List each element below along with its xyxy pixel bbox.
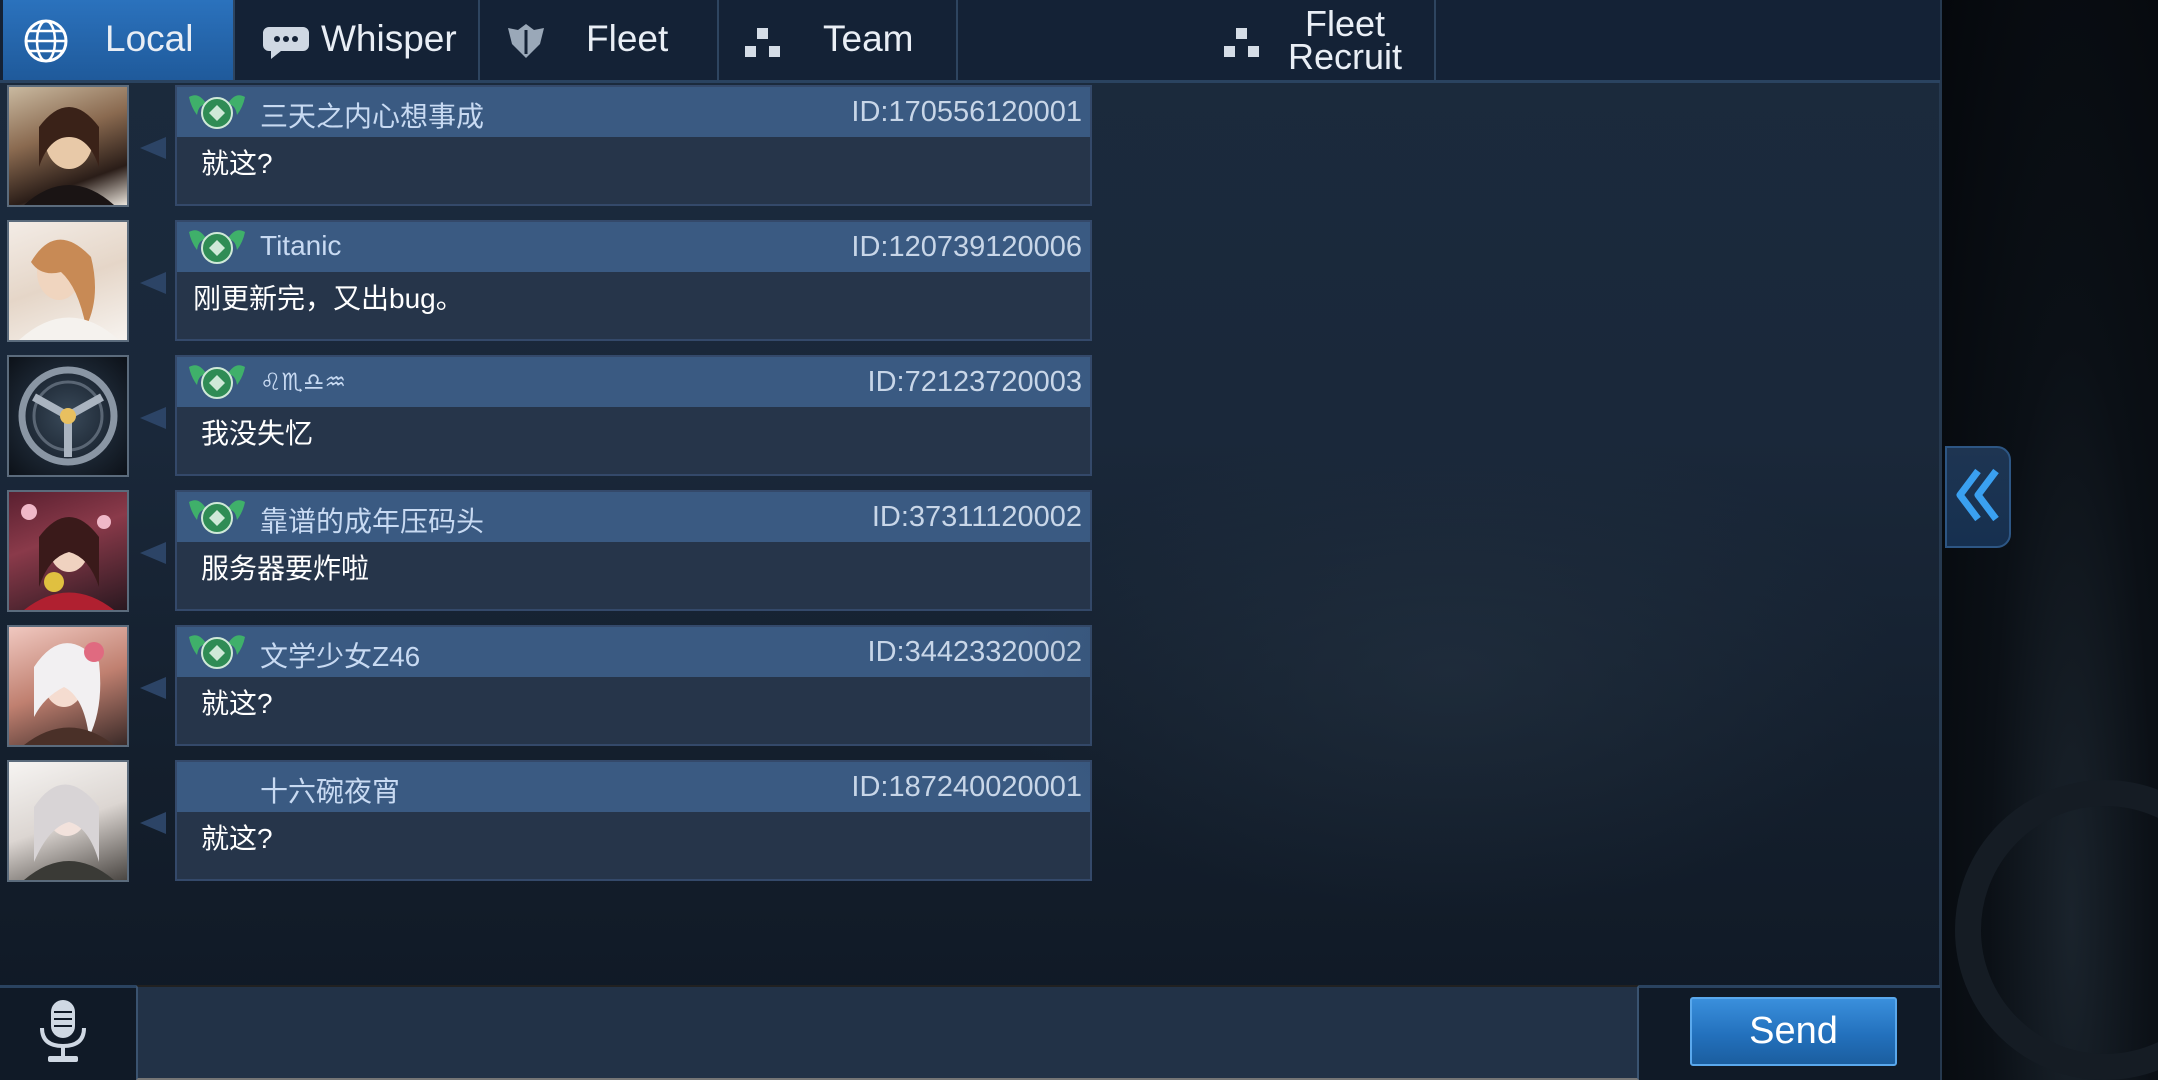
tab-fleet[interactable]: Fleet <box>480 0 719 80</box>
tab-team-label: Team <box>823 18 914 59</box>
chat-panel: Local Whisper Fleet Team Fleet Recruit 三… <box>0 0 1942 1080</box>
sender-id: ID:187240020001 <box>851 771 1082 803</box>
bubble-pointer <box>140 677 166 699</box>
message-bubble: 十六碗夜宵 ID:187240020001 就这? <box>175 760 1092 881</box>
tab-whisper-label: Whisper <box>321 18 457 59</box>
tab-local-label: Local <box>105 18 194 59</box>
tab-whisper[interactable]: Whisper <box>235 0 480 80</box>
globe-icon <box>23 18 69 64</box>
sender-id: ID:34423320002 <box>867 636 1082 668</box>
tab-fleet-recruit-label-line2: Recruit <box>1288 36 1403 77</box>
chat-message: Titanic ID:120739120006 刚更新完，又出bug。 <box>0 220 1100 345</box>
bubble-pointer <box>140 407 166 429</box>
chat-input[interactable] <box>136 985 1639 1080</box>
fleet-shield-icon <box>504 22 548 60</box>
bubble-pointer <box>140 812 166 834</box>
sender-name[interactable]: 文学少女Z46 <box>260 635 420 675</box>
rank-badge-icon <box>187 226 247 268</box>
message-header: Titanic ID:120739120006 <box>177 222 1090 272</box>
message-bubble: 文学少女Z46 ID:34423320002 就这? <box>175 625 1092 746</box>
chat-tab-bar: Local Whisper Fleet Team Fleet Recruit <box>0 0 1940 83</box>
chat-message: 文学少女Z46 ID:34423320002 就这? <box>0 625 1100 750</box>
sender-name[interactable]: 靠谱的成年压码头 <box>260 500 484 540</box>
message-bubble: Titanic ID:120739120006 刚更新完，又出bug。 <box>175 220 1092 341</box>
message-header: 文学少女Z46 ID:34423320002 <box>177 627 1090 677</box>
tab-fleet-label: Fleet <box>586 18 669 59</box>
chat-message: 三天之内心想事成 ID:170556120001 就这? <box>0 85 1100 210</box>
send-button[interactable]: Send <box>1690 997 1897 1066</box>
sender-id: ID:120739120006 <box>851 231 1082 263</box>
message-text: 服务器要炸啦 <box>201 553 370 584</box>
message-bubble: 靠谱的成年压码头 ID:37311120002 服务器要炸啦 <box>175 490 1092 611</box>
recruit-dots-icon <box>1222 26 1262 60</box>
sender-id: ID:72123720003 <box>867 366 1082 398</box>
message-header: ♌♏♎♒ ID:72123720003 <box>177 357 1090 407</box>
team-dots-icon <box>743 26 783 60</box>
bubble-pointer <box>140 542 166 564</box>
avatar[interactable] <box>7 220 129 342</box>
avatar[interactable] <box>7 625 129 747</box>
avatar[interactable] <box>7 490 129 612</box>
message-bubble: 三天之内心想事成 ID:170556120001 就这? <box>175 85 1092 206</box>
double-chevron-left-icon <box>1954 467 2002 528</box>
tab-local[interactable]: Local <box>3 0 235 80</box>
message-bubble: ♌♏♎♒ ID:72123720003 我没失忆 <box>175 355 1092 476</box>
message-text: 我没失忆 <box>201 418 314 449</box>
rank-badge-icon <box>187 91 247 133</box>
message-header: 靠谱的成年压码头 ID:37311120002 <box>177 492 1090 542</box>
avatar[interactable] <box>7 85 129 207</box>
avatar[interactable] <box>7 760 129 882</box>
bubble-pointer <box>140 137 166 159</box>
tab-fleet-recruit-label: Fleet Recruit <box>1288 6 1402 75</box>
message-text: 就这? <box>201 688 273 719</box>
sender-id: ID:37311120002 <box>871 501 1082 533</box>
chat-message: 十六碗夜宵 ID:187240020001 就这? <box>0 760 1100 885</box>
tab-fleet-recruit[interactable]: Fleet Recruit <box>958 0 1436 80</box>
sender-id: ID:170556120001 <box>851 96 1082 128</box>
tab-team[interactable]: Team <box>719 0 958 80</box>
speech-bubble-icon <box>261 21 311 61</box>
chat-message: 靠谱的成年压码头 ID:37311120002 服务器要炸啦 <box>0 490 1100 615</box>
rank-badge-icon <box>187 631 247 673</box>
sender-name[interactable]: ♌♏♎♒ <box>260 368 346 396</box>
sender-name[interactable]: 三天之内心想事成 <box>260 95 484 135</box>
rank-badge-icon <box>187 496 247 538</box>
microphone-icon[interactable] <box>34 998 92 1066</box>
sender-name[interactable]: Titanic <box>260 230 341 262</box>
avatar[interactable] <box>7 355 129 477</box>
message-text: 刚更新完，又出bug。 <box>193 283 464 314</box>
chat-message: ♌♏♎♒ ID:72123720003 我没失忆 <box>0 355 1100 480</box>
collapse-panel-button[interactable] <box>1945 446 2011 548</box>
rank-badge-icon <box>187 361 247 403</box>
message-text: 就这? <box>201 148 273 179</box>
message-header: 三天之内心想事成 ID:170556120001 <box>177 87 1090 137</box>
bubble-pointer <box>140 272 166 294</box>
message-text: 就这? <box>201 823 273 854</box>
message-header: 十六碗夜宵 ID:187240020001 <box>177 762 1090 812</box>
sender-name[interactable]: 十六碗夜宵 <box>260 770 400 810</box>
